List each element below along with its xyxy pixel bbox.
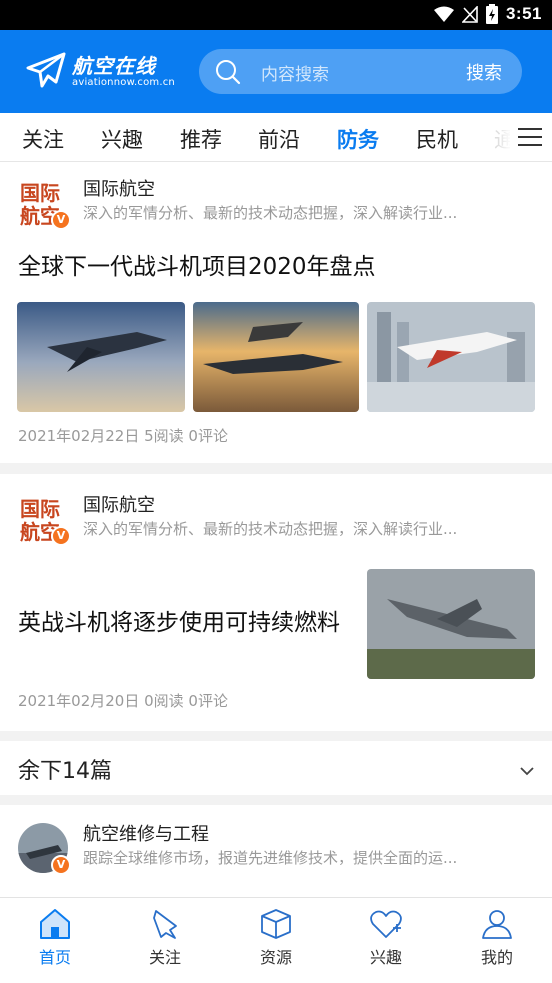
logo-url: aviationnow.com.cn	[72, 77, 175, 88]
tab-recommend[interactable]: 推荐	[180, 124, 222, 154]
author-row[interactable]: 国际 航空 V 国际航空 深入的军情分析、最新的技术动态把握，深入解读行业...	[18, 178, 457, 230]
avatar[interactable]: 国际 航空 V	[18, 178, 71, 230]
nav-follow[interactable]: 关注	[125, 908, 205, 968]
avatar[interactable]: V	[18, 823, 71, 875]
article-image-typhoon-fighter[interactable]	[367, 569, 535, 679]
bottom-nav: 首页 关注 资源 兴趣 我的	[0, 897, 552, 983]
status-time: 3:51	[505, 4, 542, 23]
article-image-jet-display[interactable]	[367, 302, 535, 412]
home-icon	[15, 908, 95, 940]
nav-follow-label: 关注	[148, 948, 181, 967]
chevron-down-icon[interactable]	[520, 761, 534, 780]
menu-icon	[518, 128, 542, 130]
author-description: 深入的军情分析、最新的技术动态把握，深入解读行业...	[83, 520, 458, 538]
avatar[interactable]: 国际 航空 V	[18, 494, 71, 546]
pin-icon	[125, 908, 205, 940]
article-title[interactable]: 英战斗机将逐步使用可持续燃料	[18, 608, 340, 638]
author-name[interactable]: 国际航空	[83, 178, 523, 202]
nav-home[interactable]: 首页	[15, 908, 95, 968]
author-description: 跟踪全球维修市场，报道先进维修技术，提供全面的运...	[83, 849, 458, 867]
nav-interest-label: 兴趣	[369, 948, 402, 967]
tab-interest[interactable]: 兴趣	[101, 124, 143, 154]
verified-badge-icon: V	[51, 526, 71, 546]
status-bar: 3:51	[0, 0, 552, 30]
tab-frontier[interactable]: 前沿	[258, 124, 300, 154]
tabs-menu-button[interactable]	[510, 113, 552, 161]
article-image-fighter-clouds[interactable]	[17, 302, 185, 412]
article-image-fighters-sunset[interactable]	[193, 302, 359, 412]
author-name[interactable]: 国际航空	[83, 494, 523, 518]
svg-text:国际: 国际	[20, 181, 60, 205]
nav-profile[interactable]: 我的	[457, 908, 537, 968]
nav-home-label: 首页	[38, 948, 71, 967]
search-bar[interactable]: 内容搜索 搜索	[199, 49, 522, 94]
verified-badge-icon: V	[51, 210, 71, 230]
heart-plus-icon	[346, 908, 426, 940]
article-title[interactable]: 全球下一代战斗机项目2020年盘点	[18, 252, 376, 282]
nav-profile-label: 我的	[480, 948, 513, 967]
author-row[interactable]: 国际 航空 V 国际航空 深入的军情分析、最新的技术动态把握，深入解读行业...	[18, 494, 457, 546]
article-meta: 2021年02月20日 0阅读 0评论	[18, 692, 228, 710]
article-meta: 2021年02月22日 5阅读 0评论	[18, 427, 228, 445]
tab-defense[interactable]: 防务	[337, 124, 379, 154]
tab-follow[interactable]: 关注	[22, 124, 64, 154]
expand-more-row[interactable]: 余下14篇	[0, 741, 552, 795]
author-description: 深入的军情分析、最新的技术动态把握，深入解读行业...	[83, 204, 458, 222]
category-tabs: 关注 兴趣 推荐 前沿 防务 民机 通	[0, 113, 552, 162]
wifi-icon	[433, 6, 454, 23]
search-button[interactable]: 搜索	[466, 59, 502, 85]
nav-resources-label: 资源	[259, 948, 292, 967]
app-logo: 航空在线 aviationnow.com.cn	[26, 52, 175, 92]
box-icon	[236, 908, 316, 940]
verified-badge-icon: V	[51, 855, 71, 875]
nav-resources[interactable]: 资源	[236, 908, 316, 968]
article-card[interactable]: 国际 航空 V 国际航空 深入的军情分析、最新的技术动态把握，深入解读行业...…	[0, 162, 552, 463]
author-row[interactable]: V 航空维修与工程 跟踪全球维修市场，报道先进维修技术，提供全面的运...	[18, 823, 457, 875]
remaining-count: 余下14篇	[18, 759, 112, 784]
search-input[interactable]: 内容搜索	[261, 60, 329, 85]
battery-icon	[485, 4, 498, 24]
article-card[interactable]: 国际 航空 V 国际航空 深入的军情分析、最新的技术动态把握，深入解读行业...…	[0, 474, 552, 731]
app-header: 航空在线 aviationnow.com.cn 内容搜索 搜索	[0, 30, 552, 113]
author-name[interactable]: 航空维修与工程	[83, 823, 523, 847]
nav-interest[interactable]: 兴趣	[346, 908, 426, 968]
search-icon	[215, 59, 241, 89]
user-icon	[457, 908, 537, 940]
logo-name: 航空在线	[72, 54, 156, 78]
article-card[interactable]: V 航空维修与工程 跟踪全球维修市场，报道先进维修技术，提供全面的运...	[0, 805, 552, 897]
svg-text:国际: 国际	[20, 497, 60, 521]
paper-plane-icon	[26, 52, 66, 92]
signal-icon	[461, 5, 478, 23]
tab-civil-aircraft[interactable]: 民机	[416, 124, 458, 154]
